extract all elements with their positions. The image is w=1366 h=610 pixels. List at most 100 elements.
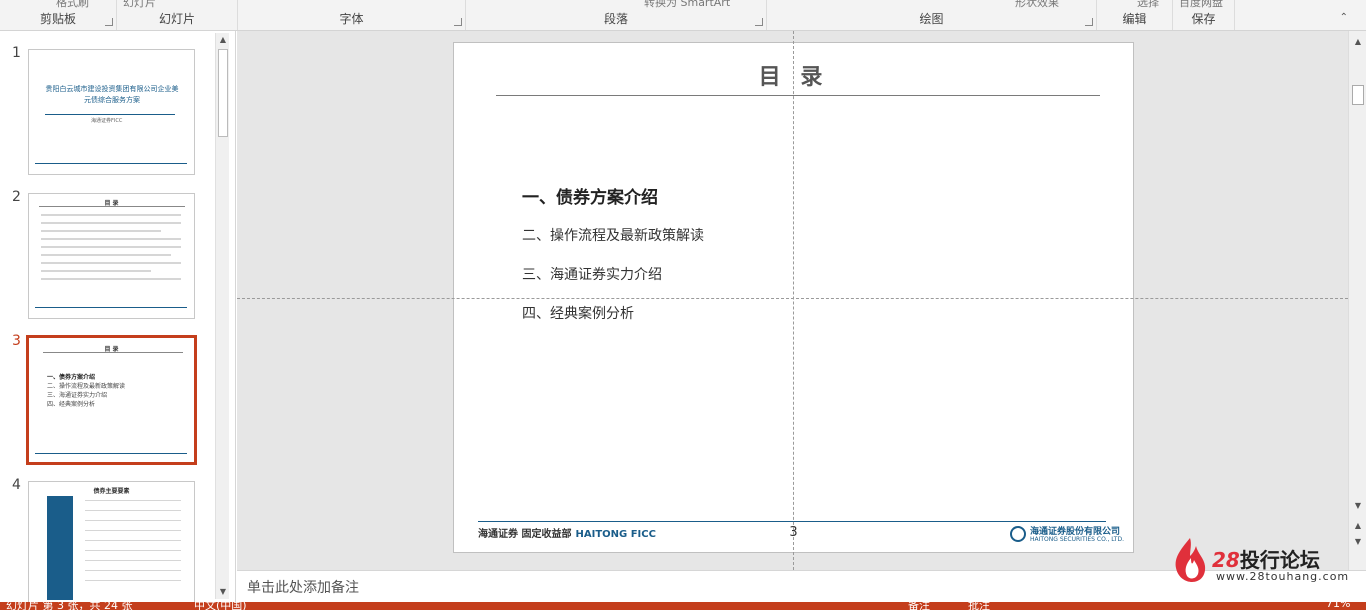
flame-icon [1175,538,1206,582]
scroll-down-icon[interactable]: ▼ [216,585,230,599]
group-label-editing: 编辑 [1122,12,1147,26]
group-label-drawing: 绘图 [919,12,944,26]
group-label-save: 保存 [1191,12,1216,26]
slide-thumbnail-2[interactable]: 目 录 [28,193,195,319]
thumb4-table-line [85,510,181,511]
notes-placeholder[interactable]: 单击此处添加备注 [247,577,359,597]
thumb4-table-line [85,530,181,531]
shape-effects-label[interactable]: 形状效果 [1015,0,1059,10]
watermark-text: 投行论坛 [1239,548,1320,572]
horizontal-guide[interactable] [237,298,1348,299]
thumb1-rule [45,114,175,115]
toc-item-3[interactable]: 三、海通证券实力介绍 [522,264,662,284]
ribbon-group-paragraph: 转换为 SmartArt 段落 [466,0,767,30]
paragraph-launcher-icon[interactable] [755,18,763,26]
thumb3-item: 二、操作流程及最新政策解读 [47,383,126,390]
watermark-logo: 28投行论坛 www.28touhang.com [1172,534,1362,586]
ribbon-group-save: 百度网盘 保存 [1173,0,1235,30]
thumb2-rule [39,206,185,207]
thumb2-text-line [41,222,181,224]
thumb4-table-line [85,570,181,571]
slide-counter: 幻灯片 第 3 张，共 24 张 [6,602,133,610]
vertical-guide[interactable] [793,31,794,570]
comments-toggle[interactable]: 批注 [968,602,990,610]
watermark-name: 28投行论坛 [1212,544,1320,573]
logo-en: HAITONG SECURITIES CO., LTD. [1030,536,1124,543]
drawing-launcher-icon[interactable] [1085,18,1093,26]
scroll-up-icon[interactable]: ▲ [1351,35,1365,49]
title-underline [496,95,1100,96]
scroll-thumb[interactable] [218,49,228,137]
thumbnails-scrollbar[interactable]: ▲ ▼ [215,33,229,599]
thumb-number: 4 [12,477,21,493]
group-label-paragraph: 段落 [603,12,628,26]
watermark-url: www.28touhang.com [1216,570,1350,583]
ribbon-group-font: 字体 [238,0,466,30]
toc-item-4[interactable]: 四、经典案例分析 [522,303,634,323]
smartart-label[interactable]: 转换为 SmartArt [644,0,730,10]
thumb3-item: 一、债券方案介绍 [47,374,96,381]
toc-item-2[interactable]: 二、操作流程及最新政策解读 [522,225,704,245]
haitong-logo-icon [1010,526,1026,542]
slide-editor: 目 录 一、债券方案介绍 二、操作流程及最新政策解读 三、海通证券实力介绍 四、… [237,31,1348,570]
thumb2-text-line [41,254,171,256]
thumb2-text-line [41,238,181,240]
ribbon: 格式刷 剪贴板 幻灯片 幻灯片 字体 转换为 SmartArt 段落 形状效果 … [0,0,1366,31]
thumb2-footer-rule [35,307,187,308]
ribbon-group-slides: 幻灯片 幻灯片 [117,0,238,30]
thumb2-text-line [41,278,181,280]
thumb4-table-header-col [47,496,73,600]
thumb4-table-line [85,580,181,581]
thumb2-text-line [41,214,181,216]
new-slide-label[interactable]: 幻灯片 [123,0,156,10]
thumb4-table-line [85,560,181,561]
thumb1-sub: 海通证券FICC [91,118,123,124]
scroll-down-icon[interactable]: ▼ [1351,499,1365,513]
group-label-clipboard: 剪贴板 [39,12,76,26]
editor-scrollbar[interactable]: ▲ ▼ ▲ ▼ [1348,31,1366,570]
clipboard-launcher-icon[interactable] [105,18,113,26]
language-indicator[interactable]: 中文(中国) [194,602,247,610]
thumb1-footer-rule [35,163,187,164]
thumb2-text-line [41,270,151,272]
thumb3-rule [43,352,183,353]
thumb1-title: 贵阳白云城市建设投资集团有限公司企业美元债综合服务方案 [45,85,179,104]
group-label-slides: 幻灯片 [158,12,195,26]
thumb2-text-line [41,262,181,264]
slide-thumbnail-1[interactable]: 贵阳白云城市建设投资集团有限公司企业美元债综合服务方案 海通证券FICC [28,49,195,175]
thumb2-text-line [41,246,181,248]
thumb3-footer-rule [35,453,187,454]
ribbon-group-drawing: 形状效果 绘图 [767,0,1097,30]
thumb3-item: 三、海通证券实力介绍 [47,392,108,399]
status-bar: 幻灯片 第 3 张，共 24 张 中文(中国) 备注 批注 71% [0,602,1366,610]
select-label[interactable]: 选择 [1137,0,1159,10]
footer-rule [478,521,1106,522]
slide-thumbnails-pane: 1 贵阳白云城市建设投资集团有限公司企业美元债综合服务方案 海通证券FICC 2… [0,31,236,603]
zoom-level[interactable]: 71% [1326,602,1350,610]
collapse-ribbon-icon[interactable]: ⌃ [1340,12,1348,23]
thumb3-item: 四、经典案例分析 [47,401,96,408]
font-launcher-icon[interactable] [454,18,462,26]
ribbon-group-editing: 选择 编辑 [1097,0,1173,30]
thumb-number: 1 [12,45,21,61]
previous-slide-icon[interactable]: ▲ [1351,519,1365,533]
group-label-font: 字体 [339,12,364,26]
slide-thumbnail-4[interactable]: 债券主要要素 [28,481,195,603]
toc-item-1[interactable]: 一、债券方案介绍 [522,183,658,208]
thumb2-text-line [41,230,161,232]
ribbon-group-clipboard: 格式刷 剪贴板 [0,0,117,30]
format-painter-label[interactable]: 格式刷 [56,0,89,10]
watermark-num: 28 [1212,548,1240,572]
thumb4-table-line [85,520,181,521]
scroll-up-icon[interactable]: ▲ [216,33,230,47]
slide-thumbnail-3[interactable]: 目 录 一、债券方案介绍 二、操作流程及最新政策解读 三、海通证券实力介绍 四、… [26,335,197,465]
haitong-logo: 海通证券股份有限公司 HAITONG SECURITIES CO., LTD. [1010,524,1124,546]
thumb-number: 2 [12,189,21,205]
thumb-number-active: 3 [12,333,21,349]
scroll-thumb[interactable] [1352,85,1364,105]
thumb4-title: 债券主要要素 [93,488,130,495]
thumb4-table-line [85,500,181,501]
baidu-netdisk-label[interactable]: 百度网盘 [1179,0,1223,10]
thumb4-table-line [85,540,181,541]
notes-toggle[interactable]: 备注 [908,602,930,610]
